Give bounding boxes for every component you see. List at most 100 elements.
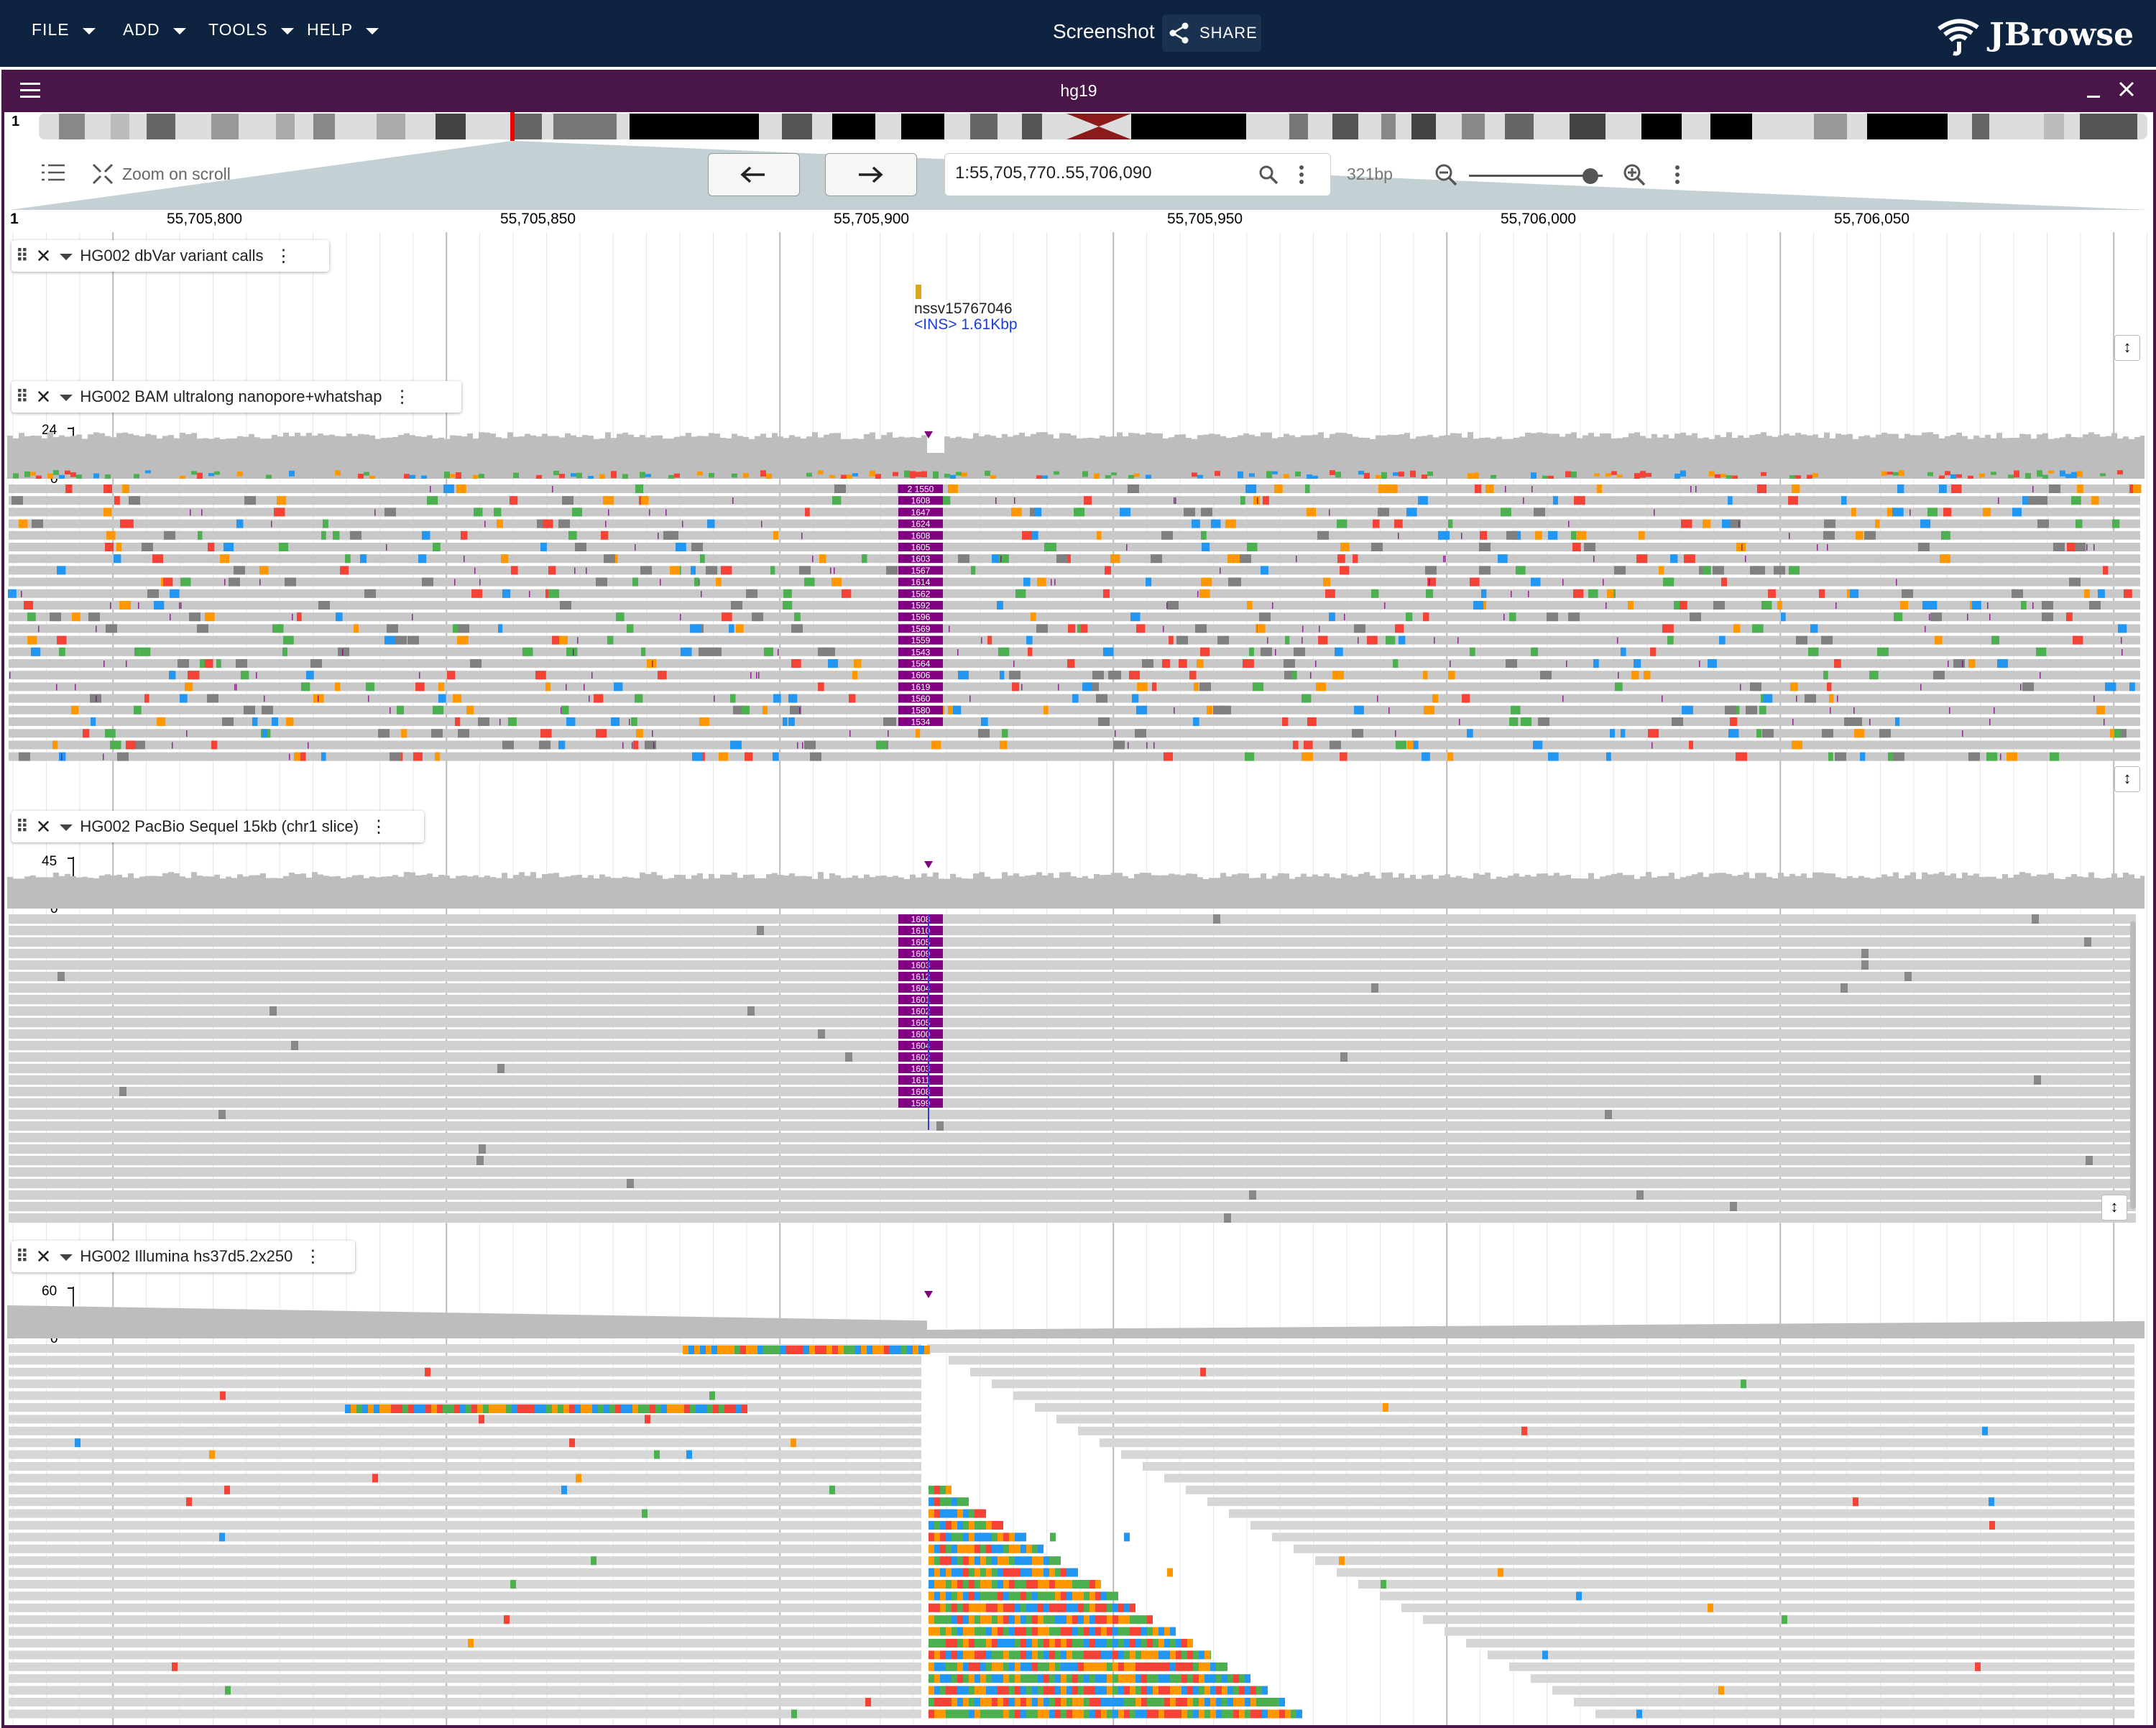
track-name: HG002 BAM ultralong nanopore+whatshap: [80, 387, 382, 405]
svg-text:I: I: [1166, 600, 1169, 611]
svg-text:I: I: [1219, 565, 1222, 576]
help-menu[interactable]: HELP: [307, 20, 379, 40]
svg-text:I: I: [1302, 623, 1304, 634]
svg-text:I: I: [887, 728, 890, 739]
close-track-icon[interactable]: ✕: [36, 1246, 52, 1268]
pileup[interactable]: [7, 1344, 2145, 1725]
coverage-plot[interactable]: [7, 857, 2145, 909]
track-label: ⠿ ✕ HG002 Illumina hs37d5.2x250 ⋮: [11, 1241, 355, 1272]
svg-text:I: I: [1835, 600, 1838, 611]
pileup[interactable]: I I I I I I I I I 2 1550 I I I I I I I I I I 1608 I I I I I I I I I I 1…: [7, 484, 2145, 765]
svg-text:I: I: [255, 670, 258, 681]
svg-text:I: I: [757, 670, 760, 681]
svg-text:I: I: [777, 647, 780, 658]
jbrowse-logo-icon: [1938, 19, 1979, 56]
share-label: SHARE: [1199, 24, 1258, 42]
chevron-down-icon: [280, 27, 294, 35]
ruler[interactable]: 1 55,705,800 55,705,850 55,705,900 55,70…: [0, 211, 2156, 232]
svg-text:I: I: [1127, 740, 1130, 750]
view-options-icon[interactable]: [1673, 165, 1682, 185]
zoom-slider-thumb[interactable]: [1583, 168, 1598, 184]
track-menu-icon[interactable]: ⋮: [304, 1246, 321, 1267]
track-label: ⠿ ✕ HG002 BAM ultralong nanopore+whatsha…: [11, 381, 461, 413]
insertion-label: 1610: [911, 926, 931, 936]
chevron-down-icon: [172, 27, 186, 35]
chevron-down-icon[interactable]: [60, 395, 73, 401]
arrow-left-icon: [740, 166, 765, 183]
track-menu-icon[interactable]: ⋮: [275, 246, 292, 267]
tools-menu[interactable]: TOOLS: [208, 20, 294, 40]
svg-text:I: I: [1442, 553, 1445, 564]
zoom-scroll-icon[interactable]: [92, 163, 114, 185]
svg-text:I: I: [1256, 495, 1259, 506]
svg-text:I: I: [1961, 728, 1964, 739]
insertion-label: 1601: [911, 995, 931, 1005]
search-icon[interactable]: [1258, 165, 1279, 185]
chevron-down-icon: [82, 27, 96, 35]
svg-text:I: I: [95, 623, 98, 634]
track-label: ⠿ ✕ HG002 PacBio Sequel 15kb (chr1 slice…: [11, 811, 424, 842]
resize-track-icon[interactable]: ↕: [2114, 335, 2140, 361]
chevron-down-icon[interactable]: [60, 254, 73, 260]
svg-text:I: I: [1928, 612, 1931, 622]
more-vert-icon[interactable]: [1297, 165, 1306, 185]
insertion-label: 1624: [911, 519, 931, 529]
share-button[interactable]: SHARE: [1162, 14, 1261, 52]
variant-feature[interactable]: [916, 285, 921, 299]
svg-text:I: I: [2086, 542, 2088, 553]
svg-text:I: I: [171, 740, 174, 750]
insertion-label: 1567: [911, 566, 931, 576]
file-menu[interactable]: FILE: [32, 20, 96, 40]
scroll-right-button[interactable]: [825, 153, 917, 196]
svg-text:I: I: [1433, 635, 1436, 646]
svg-text:I: I: [1357, 635, 1360, 646]
close-track-icon[interactable]: ✕: [36, 386, 52, 408]
drag-handle-icon[interactable]: ⠿: [16, 387, 29, 408]
scroll-left-button[interactable]: [708, 153, 800, 196]
drag-handle-icon[interactable]: ⠿: [16, 1246, 29, 1267]
ruler-chr-label: 1: [10, 211, 19, 227]
resize-track-icon[interactable]: ↕: [2114, 766, 2140, 792]
zoom-on-scroll-label[interactable]: Zoom on scroll: [122, 165, 231, 184]
svg-text:I: I: [653, 740, 655, 750]
resize-track-icon[interactable]: ↕: [2101, 1195, 2127, 1221]
insertion-label: 1560: [911, 694, 931, 704]
location-input[interactable]: [954, 162, 1244, 184]
coverage-plot[interactable]: [7, 427, 2145, 479]
svg-text:I: I: [1301, 635, 1304, 646]
close-track-icon[interactable]: ✕: [36, 245, 52, 267]
svg-text:I: I: [1266, 635, 1269, 646]
svg-text:I: I: [948, 623, 951, 634]
insertion-label: 1619: [911, 682, 931, 692]
close-track-icon[interactable]: ✕: [36, 816, 52, 838]
svg-text:I: I: [565, 681, 568, 692]
pileup[interactable]: 1608161016051609160316121604160116021605…: [7, 914, 2145, 1231]
zoom-out-icon[interactable]: [1434, 163, 1457, 186]
svg-text:I: I: [103, 658, 106, 669]
add-menu[interactable]: ADD: [123, 20, 186, 40]
drag-handle-icon[interactable]: ⠿: [16, 817, 29, 837]
insertion-label: 2 1550: [908, 484, 934, 495]
chromosome-ideogram[interactable]: [39, 112, 2147, 141]
chevron-down-icon[interactable]: [60, 1254, 73, 1261]
zoom-in-icon[interactable]: [1623, 163, 1646, 186]
coverage-plot[interactable]: [7, 1287, 2145, 1338]
track-menu-icon[interactable]: ⋮: [370, 817, 387, 837]
minimize-icon[interactable]: [2084, 81, 2103, 100]
close-icon[interactable]: [2117, 80, 2136, 98]
drag-handle-icon[interactable]: ⠿: [16, 246, 29, 267]
session-name[interactable]: Screenshot: [1053, 20, 1155, 43]
location-search-box[interactable]: [944, 153, 1331, 196]
svg-text:I: I: [1948, 705, 1951, 716]
ruler-tick: 55,705,900: [834, 211, 910, 227]
chevron-down-icon[interactable]: [60, 824, 73, 831]
svg-text:I: I: [760, 519, 763, 530]
track-illumina: ⠿ ✕ HG002 Illumina hs37d5.2x250 ⋮ 60 0: [7, 1236, 2145, 1725]
track-menu-icon[interactable]: ⋮: [393, 387, 410, 408]
svg-text:I: I: [1924, 623, 1927, 634]
track-scrollbar[interactable]: [2130, 922, 2136, 1209]
svg-text:I: I: [1522, 495, 1525, 506]
track-selector-icon[interactable]: [42, 163, 66, 183]
svg-text:I: I: [1428, 577, 1431, 588]
svg-text:I: I: [60, 752, 63, 763]
